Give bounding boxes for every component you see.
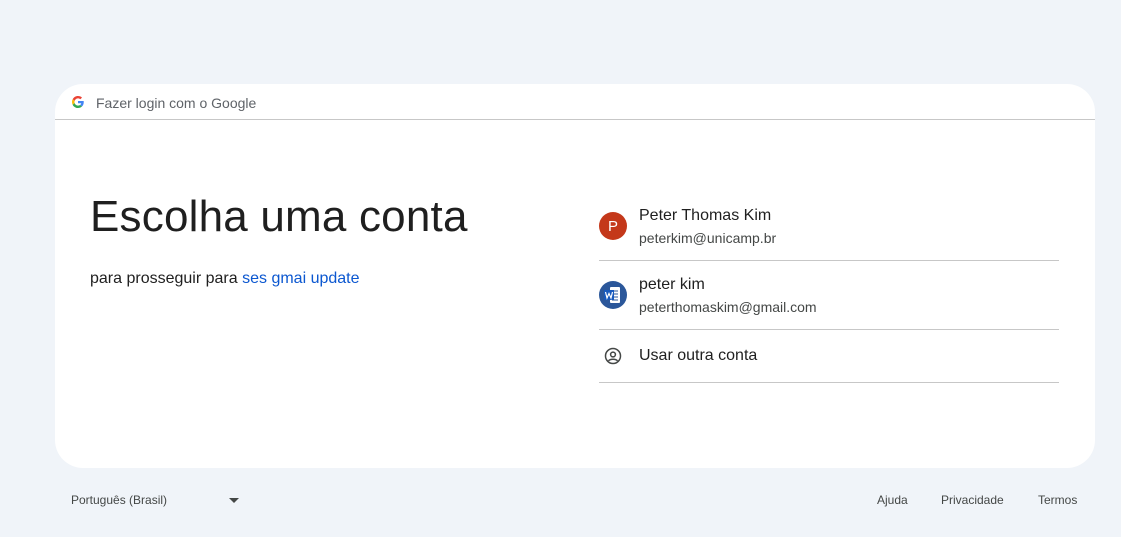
account-email: peterkim@unicamp.br bbox=[639, 230, 777, 246]
account-name: peter kim bbox=[639, 276, 705, 293]
page-title: Escolha uma conta bbox=[90, 192, 468, 241]
account-circle-icon bbox=[604, 347, 622, 365]
card-header: Fazer login com o Google bbox=[55, 84, 1095, 120]
terms-link[interactable]: Termos bbox=[1038, 493, 1077, 507]
account-item[interactable]: P Peter Thomas Kim peterkim@unicamp.br bbox=[599, 192, 1059, 261]
use-other-account-label: Usar outra conta bbox=[639, 347, 758, 364]
account-email: peterthomaskim@gmail.com bbox=[639, 299, 817, 315]
subtitle: para prosseguir para ses gmai update bbox=[90, 270, 360, 288]
help-link[interactable]: Ajuda bbox=[877, 493, 908, 507]
app-name-link[interactable]: ses gmai update bbox=[242, 270, 359, 287]
chevron-down-icon[interactable] bbox=[229, 498, 239, 503]
google-logo-icon bbox=[72, 96, 84, 108]
avatar: P bbox=[599, 212, 627, 240]
use-other-account-button[interactable]: Usar outra conta bbox=[599, 330, 1059, 383]
word-doc-icon bbox=[599, 281, 627, 309]
header-title: Fazer login com o Google bbox=[96, 95, 257, 111]
account-name: Peter Thomas Kim bbox=[639, 207, 772, 224]
footer: Português (Brasil) Ajuda Privacidade Ter… bbox=[0, 490, 1121, 510]
account-item[interactable]: peter kim peterthomaskim@gmail.com bbox=[599, 261, 1059, 330]
language-selector[interactable]: Português (Brasil) bbox=[71, 493, 167, 507]
sign-in-card: Fazer login com o Google Escolha uma con… bbox=[55, 84, 1095, 468]
account-list: P Peter Thomas Kim peterkim@unicamp.br p… bbox=[599, 192, 1059, 383]
privacy-link[interactable]: Privacidade bbox=[941, 493, 1004, 507]
subtitle-prefix: para prosseguir para bbox=[90, 270, 243, 287]
